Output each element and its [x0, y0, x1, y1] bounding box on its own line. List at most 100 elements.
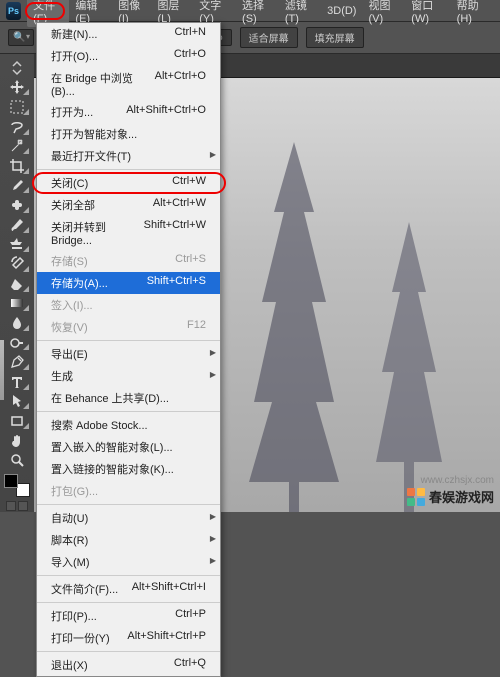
- file-menu-item[interactable]: 最近打开文件(T): [37, 145, 220, 167]
- menu-help[interactable]: 帮助(H): [451, 0, 494, 27]
- crop-tool[interactable]: [3, 156, 31, 176]
- watermark-text: 春娱游戏网: [429, 487, 494, 506]
- menu-select[interactable]: 选择(S): [236, 0, 279, 27]
- adjacent-window-strip: [0, 340, 4, 400]
- dodge-tool[interactable]: [3, 333, 31, 353]
- menu-item-label: 在 Behance 上共享(D)...: [51, 390, 169, 406]
- eyedropper-tool[interactable]: [3, 176, 31, 196]
- file-menu-item[interactable]: 打开为智能对象...: [37, 123, 220, 145]
- fill-screen-button[interactable]: 填充屏幕: [306, 27, 364, 48]
- file-menu-item: 存储(S)Ctrl+S: [37, 250, 220, 272]
- move-tool[interactable]: [3, 78, 31, 98]
- file-menu-item[interactable]: 关闭全部Alt+Ctrl+W: [37, 194, 220, 216]
- menu-item-shortcut: Alt+Shift+Ctrl+I: [132, 581, 206, 597]
- file-menu-item[interactable]: 新建(N)...Ctrl+N: [37, 23, 220, 45]
- menu-item-label: 文件简介(F)...: [51, 581, 118, 597]
- file-menu-item[interactable]: 导入(M): [37, 551, 220, 573]
- file-menu-item[interactable]: 文件简介(F)... Alt+Shift+Ctrl+I: [37, 578, 220, 600]
- menu-item-label: 在 Bridge 中浏览(B)...: [51, 70, 155, 98]
- menu-item-shortcut: Ctrl+P: [175, 608, 206, 624]
- menu-item-label: 打开为智能对象...: [51, 126, 137, 142]
- rectangle-tool[interactable]: [3, 411, 31, 431]
- foreground-background-colors[interactable]: [4, 474, 30, 497]
- menu-item-shortcut: Ctrl+W: [172, 175, 206, 191]
- menu-item-label: 脚本(R): [51, 532, 88, 548]
- file-menu-item[interactable]: 退出(X) Ctrl+Q: [37, 654, 220, 676]
- menu-item-shortcut: Ctrl+Q: [174, 657, 206, 673]
- file-menu-item[interactable]: 打印一份(Y) Alt+Shift+Ctrl+P: [37, 627, 220, 649]
- menu-item-label: 关闭全部: [51, 197, 95, 213]
- quick-mask-toggle[interactable]: [6, 501, 28, 512]
- menu-filter[interactable]: 滤镜(T): [279, 0, 321, 27]
- menu-item-label: 打包(G)...: [51, 483, 98, 499]
- blur-tool[interactable]: [3, 313, 31, 333]
- menu-item-label: 生成: [51, 368, 73, 384]
- file-menu-item[interactable]: 脚本(R): [37, 529, 220, 551]
- menu-item-shortcut: Shift+Ctrl+S: [147, 275, 206, 291]
- tool-preset-dropdown[interactable]: 🔍: [8, 29, 34, 46]
- menu-item-label: 打印一份(Y): [51, 630, 110, 646]
- hand-tool[interactable]: [3, 431, 31, 451]
- brush-tool[interactable]: [3, 215, 31, 235]
- file-menu-item[interactable]: 生成: [37, 365, 220, 387]
- menu-item-shortcut: Ctrl+S: [175, 253, 206, 269]
- menu-view[interactable]: 视图(V): [362, 0, 405, 27]
- file-menu-item[interactable]: 关闭并转到 Bridge...Shift+Ctrl+W: [37, 216, 220, 250]
- menu-item-label: 关闭并转到 Bridge...: [51, 219, 144, 247]
- menu-item-label: 签入(I)...: [51, 297, 93, 313]
- menu-item-label: 自动(U): [51, 510, 88, 526]
- gradient-tool[interactable]: [3, 294, 31, 314]
- watermark-url: www.czhsjx.com: [421, 475, 494, 486]
- menu-item-shortcut: Alt+Shift+Ctrl+O: [126, 104, 206, 120]
- menu-3d[interactable]: 3D(D): [321, 3, 362, 19]
- file-menu-item[interactable]: 置入嵌入的智能对象(L)...: [37, 436, 220, 458]
- zoom-tool[interactable]: [3, 451, 31, 471]
- fit-screen-button[interactable]: 适合屏幕: [240, 27, 298, 48]
- menu-item-shortcut: F12: [187, 319, 206, 335]
- menu-item-label: 恢复(V): [51, 319, 88, 335]
- file-menu-item[interactable]: 导出(E): [37, 343, 220, 365]
- file-menu-item[interactable]: 打开(O)... Ctrl+O: [37, 45, 220, 67]
- pen-tool[interactable]: [3, 352, 31, 372]
- file-menu-item: 打包(G)...: [37, 480, 220, 502]
- menu-item-label: 关闭(C): [51, 175, 88, 191]
- menu-item-label: 打开(O)...: [51, 48, 98, 64]
- marquee-tool[interactable]: [3, 97, 31, 117]
- history-brush-tool[interactable]: [3, 254, 31, 274]
- menu-item-label: 打开为...: [51, 104, 93, 120]
- menu-item-label: 存储为(A)...: [51, 275, 108, 291]
- type-tool[interactable]: [3, 372, 31, 392]
- menu-item-label: 导入(M): [51, 554, 90, 570]
- menubar: Ps 文件(F) 编辑(E) 图像(I) 图层(L) 文字(Y) 选择(S) 滤…: [0, 0, 500, 22]
- file-menu-item[interactable]: 在 Behance 上共享(D)...: [37, 387, 220, 409]
- file-menu-item[interactable]: 关闭(C) Ctrl+W: [37, 172, 220, 194]
- file-menu-item[interactable]: 自动(U): [37, 507, 220, 529]
- menu-window[interactable]: 窗口(W): [405, 0, 450, 27]
- magic-wand-tool[interactable]: [3, 137, 31, 157]
- file-menu-item[interactable]: 打开为... Alt+Shift+Ctrl+O: [37, 101, 220, 123]
- watermark-icon: [407, 488, 425, 506]
- file-menu-item[interactable]: 搜索 Adobe Stock...: [37, 414, 220, 436]
- tree-image: [234, 142, 354, 512]
- file-menu-item[interactable]: 存储为(A)... Shift+Ctrl+S: [37, 272, 220, 294]
- path-selection-tool[interactable]: [3, 392, 31, 412]
- tools-panel: [0, 54, 34, 512]
- menu-item-label: 置入链接的智能对象(K)...: [51, 461, 174, 477]
- eraser-tool[interactable]: [3, 274, 31, 294]
- menu-item-label: 最近打开文件(T): [51, 148, 131, 164]
- clone-stamp-tool[interactable]: [3, 235, 31, 255]
- file-menu-item: 签入(I)...: [37, 294, 220, 316]
- menu-item-label: 退出(X): [51, 657, 88, 673]
- file-menu-item[interactable]: 打印(P)...Ctrl+P: [37, 605, 220, 627]
- menu-item-shortcut: Shift+Ctrl+W: [144, 219, 206, 247]
- lasso-tool[interactable]: [3, 117, 31, 137]
- menu-item-label: 搜索 Adobe Stock...: [51, 417, 148, 433]
- menu-item-shortcut: Alt+Ctrl+O: [155, 70, 206, 98]
- file-menu-item[interactable]: 在 Bridge 中浏览(B)...Alt+Ctrl+O: [37, 67, 220, 101]
- tree-image: [364, 222, 454, 512]
- file-menu-item[interactable]: 置入链接的智能对象(K)...: [37, 458, 220, 480]
- spot-heal-tool[interactable]: [3, 195, 31, 215]
- menu-item-shortcut: Ctrl+O: [174, 48, 206, 64]
- collapse-icon[interactable]: [3, 58, 31, 78]
- menu-item-shortcut: Alt+Shift+Ctrl+P: [127, 630, 206, 646]
